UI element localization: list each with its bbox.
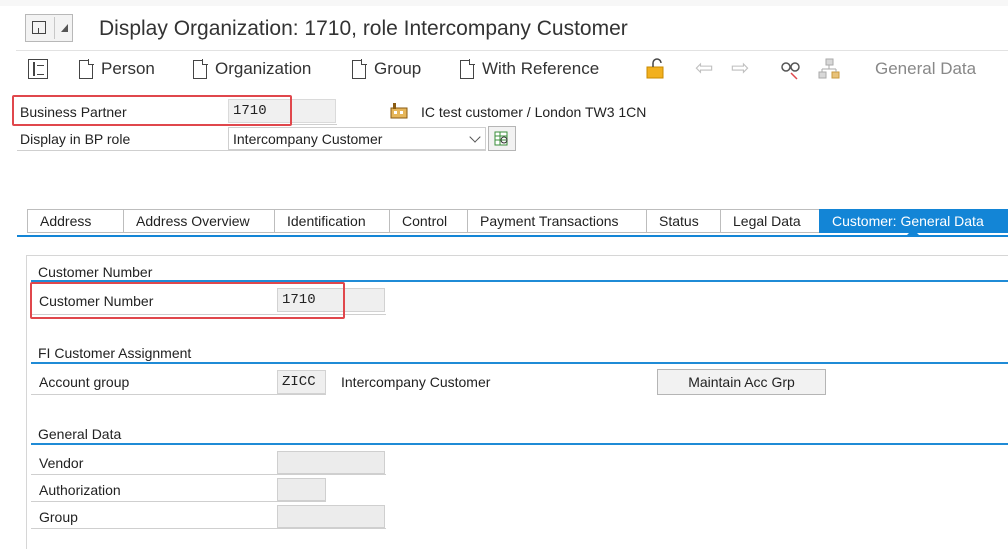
active-tab-pointer xyxy=(907,229,919,235)
tab-label: Legal Data xyxy=(733,213,801,229)
folder-lock-icon xyxy=(646,58,664,79)
tab-address-overview[interactable]: Address Overview xyxy=(123,209,274,233)
tab-legal-data[interactable]: Legal Data xyxy=(720,209,819,233)
document-icon xyxy=(460,58,475,79)
top-strip xyxy=(0,0,1008,6)
general-data-group-title: General Data xyxy=(38,426,122,442)
tab-payment-transactions[interactable]: Payment Transactions xyxy=(467,209,646,233)
highlight-box-customer-number xyxy=(30,282,345,319)
vendor-label: Vendor xyxy=(39,455,84,471)
customer-number-group-title: Customer Number xyxy=(38,264,153,280)
tab-label: Status xyxy=(659,213,699,229)
person-button-label: Person xyxy=(101,59,155,78)
tab-control[interactable]: Control xyxy=(389,209,467,233)
tab-label: Address xyxy=(40,213,92,229)
authorization-line xyxy=(31,501,326,502)
role-row-line xyxy=(17,150,486,151)
hierarchy-icon xyxy=(818,58,840,79)
maintain-acc-grp-button[interactable]: Maintain Acc Grp xyxy=(657,369,826,395)
document-icon xyxy=(79,58,94,79)
where-used-button[interactable] xyxy=(779,57,803,81)
toolbar-divider xyxy=(16,50,1008,51)
role-change-history-button[interactable] xyxy=(488,126,516,151)
person-button[interactable]: Person xyxy=(79,57,155,81)
tab-underline xyxy=(17,235,1008,237)
tab-label: Customer: General Data xyxy=(832,213,984,229)
maintain-acc-grp-label: Maintain Acc Grp xyxy=(688,374,795,390)
tab-label: Identification xyxy=(287,213,366,229)
tab-label: Address Overview xyxy=(136,213,250,229)
tab-label: Control xyxy=(402,213,448,229)
display-role-label: Display in BP role xyxy=(20,131,131,147)
organization-button[interactable]: Organization xyxy=(193,57,311,81)
fi-assignment-group-title: FI Customer Assignment xyxy=(38,345,192,361)
account-group-line xyxy=(31,394,326,395)
with-reference-button-label: With Reference xyxy=(482,59,600,78)
relationships-button[interactable] xyxy=(817,57,841,81)
chevron-down-icon xyxy=(469,131,481,143)
group-label: Group xyxy=(39,509,78,525)
forward-arrow-icon[interactable]: ⇨ xyxy=(731,57,749,79)
group-field[interactable] xyxy=(277,505,385,528)
organization-button-label: Organization xyxy=(215,59,312,78)
group-divider xyxy=(31,362,1008,364)
group-button-label: Group xyxy=(374,59,422,78)
with-reference-button[interactable]: With Reference xyxy=(460,57,599,81)
account-group-label: Account group xyxy=(39,374,130,390)
general-data-button-label: General Data xyxy=(875,59,977,78)
vendor-field[interactable] xyxy=(277,451,385,474)
tab-status[interactable]: Status xyxy=(646,209,720,233)
group-divider xyxy=(31,443,1008,445)
tab-label: Payment Transactions xyxy=(480,213,619,229)
account-group-text: Intercompany Customer xyxy=(341,374,491,390)
authorization-field[interactable] xyxy=(277,478,326,501)
account-group-value: ZICC xyxy=(282,374,316,390)
tab-strip: Address Address Overview Identification … xyxy=(27,209,1008,233)
switch-view-button[interactable] xyxy=(28,57,48,81)
highlight-box-business-partner xyxy=(12,95,292,126)
switch-display-change-button[interactable] xyxy=(645,58,667,80)
account-group-field[interactable]: ZICC xyxy=(277,370,326,394)
glasses-icon xyxy=(781,62,800,80)
bp-role-select[interactable]: Intercompany Customer xyxy=(228,127,486,150)
authorization-label: Authorization xyxy=(39,482,121,498)
group-button[interactable]: Group xyxy=(352,57,421,81)
general-data-button[interactable]: General Data xyxy=(875,57,976,81)
menu-icon xyxy=(32,21,46,34)
vendor-line xyxy=(31,474,386,475)
menu-separator xyxy=(54,17,55,39)
document-icon xyxy=(193,58,208,79)
tab-identification[interactable]: Identification xyxy=(274,209,389,233)
switch-view-icon xyxy=(28,59,48,79)
search-grid-icon xyxy=(494,131,508,146)
menu-button[interactable] xyxy=(25,14,73,42)
bp-description: IC test customer / London TW3 1CN xyxy=(421,104,647,120)
document-icon xyxy=(352,58,367,79)
page-title: Display Organization: 1710, role Interco… xyxy=(99,17,628,40)
organization-icon xyxy=(390,101,408,119)
tab-address[interactable]: Address xyxy=(27,209,123,233)
bp-role-value: Intercompany Customer xyxy=(233,130,383,147)
back-arrow-icon[interactable]: ⇦ xyxy=(695,57,713,79)
group-field-line xyxy=(31,528,386,529)
dropdown-corner-icon xyxy=(61,24,68,32)
